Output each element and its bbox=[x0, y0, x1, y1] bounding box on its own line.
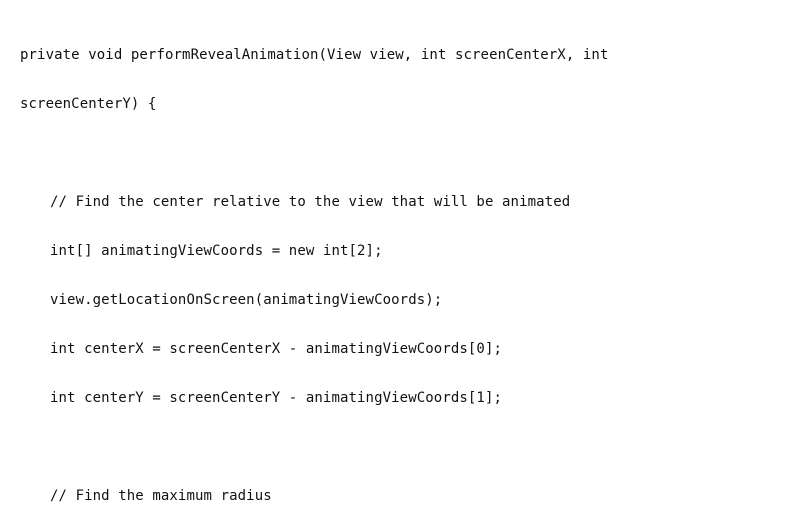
blank-line bbox=[20, 435, 770, 460]
method-signature-cont: screenCenterY) { bbox=[20, 92, 770, 117]
comment: // Find the center relative to the view … bbox=[20, 190, 770, 215]
blank-line bbox=[20, 141, 770, 166]
code-line: view.getLocationOnScreen(animatingViewCo… bbox=[20, 288, 770, 313]
code-snippet: private void performRevealAnimation(View… bbox=[0, 0, 790, 525]
comment: // Find the maximum radius bbox=[20, 484, 770, 509]
method-signature: private void performRevealAnimation(View… bbox=[20, 43, 770, 68]
code-line: int centerX = screenCenterX - animatingV… bbox=[20, 337, 770, 362]
code-line: int centerY = screenCenterY - animatingV… bbox=[20, 386, 770, 411]
code-line: int[] animatingViewCoords = new int[2]; bbox=[20, 239, 770, 264]
